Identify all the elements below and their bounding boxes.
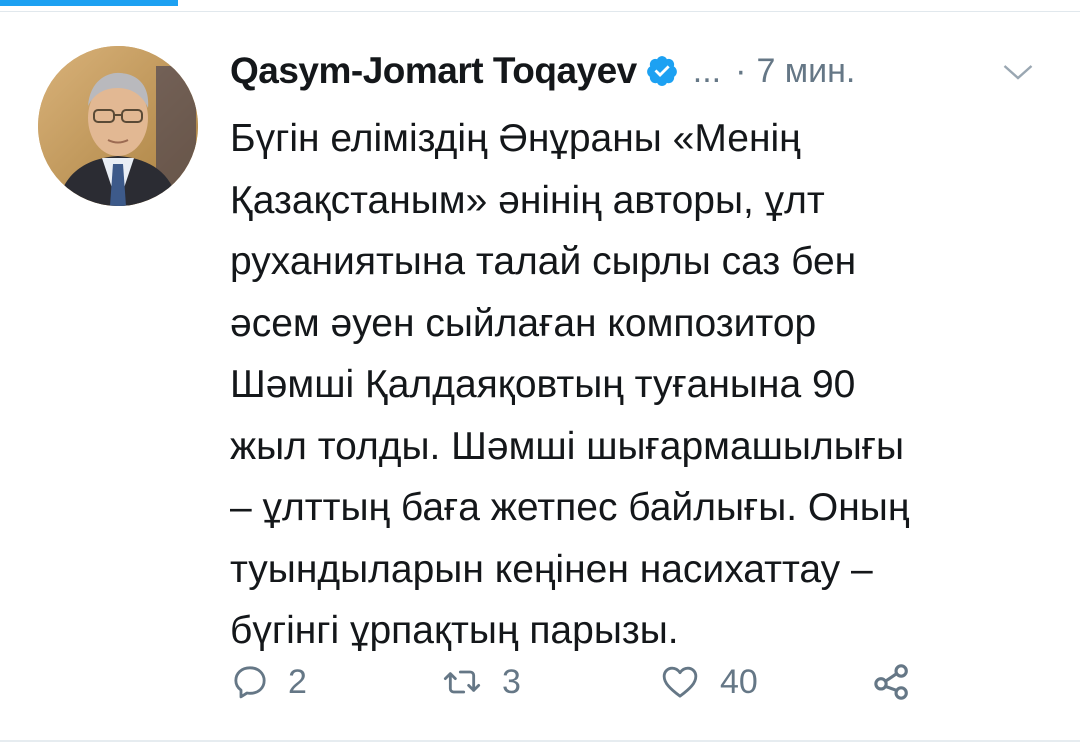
retweet-count: 3 <box>502 662 521 701</box>
chevron-down-icon <box>1003 65 1033 80</box>
user-handle[interactable]: ... <box>693 52 721 91</box>
top-tab-bar <box>0 0 1080 12</box>
tweet-text: Бүгін еліміздің Әнұраны «Менің Қазақстан… <box>230 117 910 652</box>
tweet-card[interactable]: Qasym-Jomart Toqayev ... · 7 мин. Бүгін … <box>0 12 1080 742</box>
share-button[interactable] <box>870 652 914 712</box>
reply-icon <box>234 666 266 699</box>
heart-icon <box>662 666 698 698</box>
tweet-menu-button[interactable] <box>996 52 1040 92</box>
reply-button[interactable]: 2 <box>230 652 307 712</box>
active-tab-indicator <box>0 0 178 6</box>
retweet-button[interactable]: 3 <box>440 652 521 712</box>
meta-separator: · <box>735 51 747 90</box>
like-button[interactable]: 40 <box>658 652 758 712</box>
retweet-icon <box>443 670 481 694</box>
tweet-actions-bar: 2 3 40 <box>230 652 1030 712</box>
tweet-timestamp[interactable]: 7 мин. <box>756 52 855 91</box>
verified-badge-icon <box>645 54 679 88</box>
share-icon <box>874 664 908 700</box>
tweet-header: Qasym-Jomart Toqayev ... · 7 мин. <box>230 46 855 96</box>
like-count: 40 <box>720 662 758 701</box>
profile-photo-icon <box>38 46 198 206</box>
display-name[interactable]: Qasym-Jomart Toqayev <box>230 50 637 92</box>
avatar[interactable] <box>38 46 198 206</box>
reply-count: 2 <box>288 662 307 701</box>
